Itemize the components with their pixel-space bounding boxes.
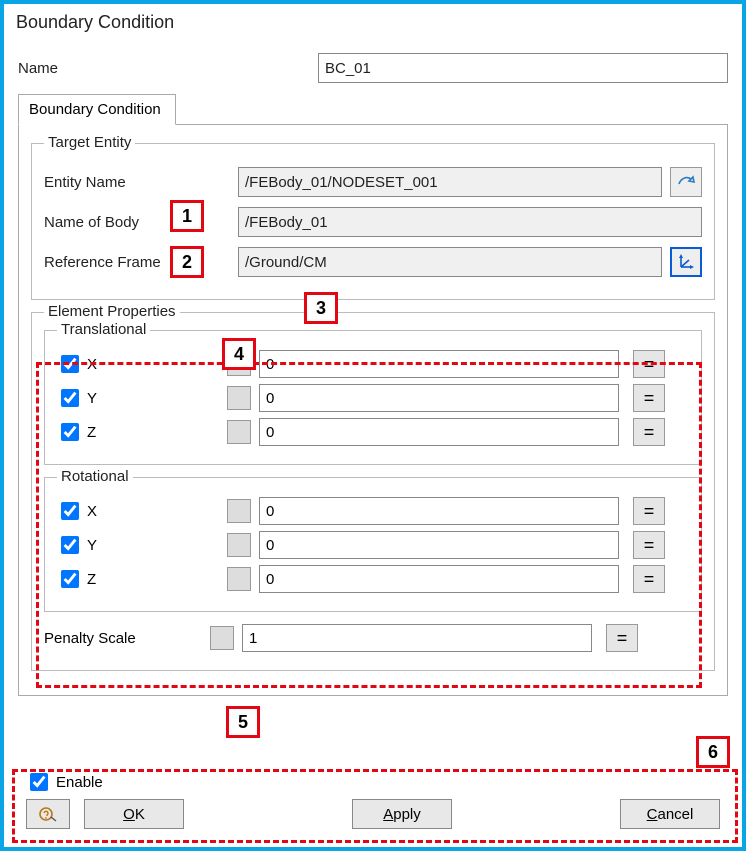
- name-row: Name: [18, 53, 728, 83]
- translational-title: Translational: [57, 321, 150, 338]
- name-input[interactable]: [318, 53, 728, 83]
- trans-y-check[interactable]: [61, 389, 79, 407]
- callout-3: 3: [304, 292, 338, 324]
- rot-y-row: Y =: [57, 531, 689, 559]
- help-button[interactable]: [26, 799, 70, 829]
- group-title-target: Target Entity: [44, 134, 135, 151]
- trans-z-eq-button[interactable]: =: [633, 418, 665, 446]
- dialog-title: Boundary Condition: [4, 4, 742, 43]
- rot-z-toggle[interactable]: [227, 567, 251, 591]
- pick-entity-button[interactable]: [670, 167, 702, 197]
- rot-z-eq-button[interactable]: =: [633, 565, 665, 593]
- trans-z-label: Z: [87, 424, 117, 441]
- rot-y-eq-button[interactable]: =: [633, 531, 665, 559]
- rot-y-check[interactable]: [61, 536, 79, 554]
- rot-x-eq-button[interactable]: =: [633, 497, 665, 525]
- trans-y-row: Y =: [57, 384, 689, 412]
- trans-z-check[interactable]: [61, 423, 79, 441]
- trans-x-input[interactable]: [259, 350, 619, 378]
- body-name-input[interactable]: [238, 207, 702, 237]
- callout-5: 5: [226, 706, 260, 738]
- trans-y-eq-button[interactable]: =: [633, 384, 665, 412]
- group-title-elemprops: Element Properties: [44, 303, 180, 320]
- trans-x-eq-button[interactable]: =: [633, 350, 665, 378]
- rot-z-row: Z =: [57, 565, 689, 593]
- callout-1: 1: [170, 200, 204, 232]
- rot-z-check[interactable]: [61, 570, 79, 588]
- group-element-properties: Element Properties Translational X: [31, 312, 715, 671]
- group-translational: Translational X =: [44, 330, 702, 465]
- penalty-toggle[interactable]: [210, 626, 234, 650]
- footer: Enable OK Apply Cancel: [8, 765, 738, 841]
- callout-2: 2: [170, 246, 204, 278]
- apply-button[interactable]: Apply: [352, 799, 452, 829]
- enable-check[interactable]: [30, 773, 48, 791]
- penalty-label: Penalty Scale: [44, 630, 174, 647]
- rot-x-row: X =: [57, 497, 689, 525]
- cancel-button[interactable]: Cancel: [620, 799, 720, 829]
- rot-x-input[interactable]: [259, 497, 619, 525]
- ref-frame-input[interactable]: [238, 247, 662, 277]
- rot-z-label: Z: [87, 571, 117, 588]
- tab-panel: Target Entity Entity Name: [18, 124, 728, 696]
- tabset: Boundary Condition Target Entity Entity …: [18, 93, 728, 696]
- trans-z-toggle[interactable]: [227, 420, 251, 444]
- body-name-label: Name of Body: [44, 214, 184, 231]
- tab-boundary-condition[interactable]: Boundary Condition: [18, 94, 176, 125]
- trans-z-row: Z =: [57, 418, 689, 446]
- group-target-entity: Target Entity Entity Name: [31, 143, 715, 300]
- trans-x-row: X =: [57, 350, 689, 378]
- name-label: Name: [18, 60, 178, 77]
- rotational-title: Rotational: [57, 468, 133, 485]
- rot-x-label: X: [87, 503, 117, 520]
- ok-button[interactable]: OK: [84, 799, 184, 829]
- penalty-row: Penalty Scale =: [44, 624, 702, 652]
- rot-y-toggle[interactable]: [227, 533, 251, 557]
- trans-y-input[interactable]: [259, 384, 619, 412]
- callout-4: 4: [222, 338, 256, 370]
- enable-label: Enable: [56, 774, 103, 791]
- help-icon: [38, 805, 58, 823]
- trans-x-check[interactable]: [61, 355, 79, 373]
- rot-x-check[interactable]: [61, 502, 79, 520]
- rot-y-label: Y: [87, 537, 117, 554]
- entity-name-label: Entity Name: [44, 174, 184, 191]
- pick-icon: [677, 174, 695, 190]
- group-rotational: Rotational X =: [44, 477, 702, 612]
- penalty-input[interactable]: [242, 624, 592, 652]
- rot-x-toggle[interactable]: [227, 499, 251, 523]
- rot-y-input[interactable]: [259, 531, 619, 559]
- trans-y-toggle[interactable]: [227, 386, 251, 410]
- trans-x-label: X: [87, 356, 117, 373]
- trans-y-label: Y: [87, 390, 117, 407]
- rot-z-input[interactable]: [259, 565, 619, 593]
- callout-6: 6: [696, 736, 730, 768]
- dialog-window: Boundary Condition Name Boundary Conditi…: [0, 0, 746, 851]
- axis-icon: [678, 254, 694, 270]
- entity-name-input[interactable]: [238, 167, 662, 197]
- pick-frame-button[interactable]: [670, 247, 702, 277]
- penalty-eq-button[interactable]: =: [606, 624, 638, 652]
- trans-z-input[interactable]: [259, 418, 619, 446]
